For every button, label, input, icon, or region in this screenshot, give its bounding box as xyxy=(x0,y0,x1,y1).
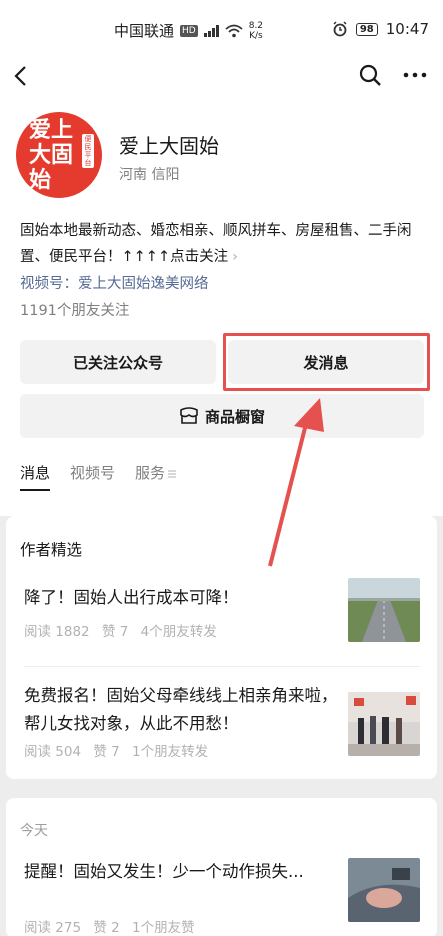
tab-video[interactable]: 视频号 xyxy=(70,462,115,491)
nav-bar xyxy=(0,56,443,96)
article-meta: 阅读 275 赞 2 1个朋友赞 xyxy=(24,916,203,936)
avatar-text: 爱上 大固始 xyxy=(29,118,89,193)
article-reads: 阅读 1882 xyxy=(24,624,90,640)
article-title: 提醒！固始又发生！少一个动作损失... xyxy=(24,862,304,881)
more-icon[interactable] xyxy=(402,63,428,87)
featured-title: 作者精选 xyxy=(20,541,83,559)
today-card: 今天 提醒！固始又发生！少一个动作损失... 阅读 275 赞 2 1个朋友赞 xyxy=(6,798,437,936)
status-bar: 中国联通 HD 8.2 K/s 98 10:47 xyxy=(0,0,443,56)
description-text: 固始本地最新动态、婚恋相亲、顺风拼车、房屋租售、二手闲置、便民平台！↑↑↑↑点击… xyxy=(20,223,412,265)
status-left: 中国联通 HD 8.2 K/s xyxy=(114,20,263,41)
article-reads: 阅读 275 xyxy=(24,920,82,936)
avatar-line1: 爱上 xyxy=(29,117,74,143)
divider xyxy=(24,666,420,667)
account-location: 河南 信阳 xyxy=(119,167,180,183)
article-shares: 1个朋友赞 xyxy=(132,920,195,936)
article-likes: 赞 2 xyxy=(93,920,120,936)
article-shares: 1个朋友转发 xyxy=(132,744,209,760)
video-channel-link[interactable]: 视频号：爱上大固始逸美网络 xyxy=(20,272,209,293)
article-reads: 阅读 504 xyxy=(24,744,82,760)
avatar-tag: 便民平台 xyxy=(82,134,94,168)
account-name: 爱上大固始 xyxy=(119,134,219,158)
status-right: 98 10:47 xyxy=(332,20,429,38)
network-speed: 8.2 K/s xyxy=(249,21,263,41)
wifi-icon xyxy=(225,24,243,37)
speed-unit: K/s xyxy=(249,30,263,41)
hd-badge: HD xyxy=(180,24,198,37)
account-header: 爱上 大固始 便民平台 爱上大固始 河南 信阳 固始本地最新动态、婚恋相亲、顺风… xyxy=(0,56,443,516)
tab-messages[interactable]: 消息 xyxy=(20,462,51,491)
article-title: 降了！固始人出行成本可降！ xyxy=(24,588,239,607)
back-arrow-icon[interactable] xyxy=(10,62,34,90)
article-title: 免费报名！固始父母牵线线上相亲角来啦，帮儿女找对象，从此不用愁！ xyxy=(24,686,338,733)
today-title: 今天 xyxy=(20,823,48,839)
signal-icon xyxy=(203,24,219,37)
tab-services-label: 服务 xyxy=(135,464,166,482)
speed-value: 8.2 xyxy=(248,20,264,31)
article-shares: 4个朋友转发 xyxy=(140,624,217,640)
avatar-line2: 大固始 xyxy=(29,142,74,193)
content-tabs: 消息 视频号 服务 xyxy=(20,462,177,491)
account-avatar[interactable]: 爱上 大固始 便民平台 xyxy=(16,112,102,198)
battery-indicator: 98 xyxy=(355,22,378,36)
followed-button[interactable]: 已关注公众号 xyxy=(20,340,216,384)
article-thumbnail xyxy=(348,858,420,922)
menu-icon xyxy=(168,470,177,477)
friends-following: 1191个朋友关注 xyxy=(20,303,130,319)
article-likes: 赞 7 xyxy=(93,744,120,760)
alarm-icon xyxy=(333,21,347,37)
account-description[interactable]: 固始本地最新动态、婚恋相亲、顺风拼车、房屋租售、二手闲置、便民平台！↑↑↑↑点击… xyxy=(20,218,428,270)
article-thumbnail xyxy=(348,578,420,642)
featured-card: 作者精选 降了！固始人出行成本可降！ 阅读 1882 赞 7 4个朋友转发 免费… xyxy=(6,516,437,779)
article-thumbnail xyxy=(348,692,420,756)
carrier-label: 中国联通 xyxy=(114,22,175,40)
chevron-right-icon: › xyxy=(232,249,238,265)
search-icon[interactable] xyxy=(358,63,382,87)
clock: 10:47 xyxy=(385,20,429,38)
article-item[interactable]: 免费报名！固始父母牵线线上相亲角来啦，帮儿女找对象，从此不用愁！ 阅读 504 … xyxy=(6,682,437,778)
shop-window-button[interactable]: 商品橱窗 xyxy=(20,394,424,438)
article-meta: 阅读 1882 赞 7 4个朋友转发 xyxy=(24,620,225,640)
article-item[interactable]: 降了！固始人出行成本可降！ 阅读 1882 赞 7 4个朋友转发 xyxy=(6,578,437,678)
article-item[interactable]: 提醒！固始又发生！少一个动作损失... 阅读 275 赞 2 1个朋友赞 xyxy=(6,858,437,936)
article-meta: 阅读 504 赞 7 1个朋友转发 xyxy=(24,740,216,760)
shop-icon xyxy=(180,407,198,424)
shop-window-label: 商品橱窗 xyxy=(204,407,265,426)
send-message-button[interactable]: 发消息 xyxy=(228,340,424,384)
article-likes: 赞 7 xyxy=(101,624,129,640)
tab-services[interactable]: 服务 xyxy=(135,462,177,491)
